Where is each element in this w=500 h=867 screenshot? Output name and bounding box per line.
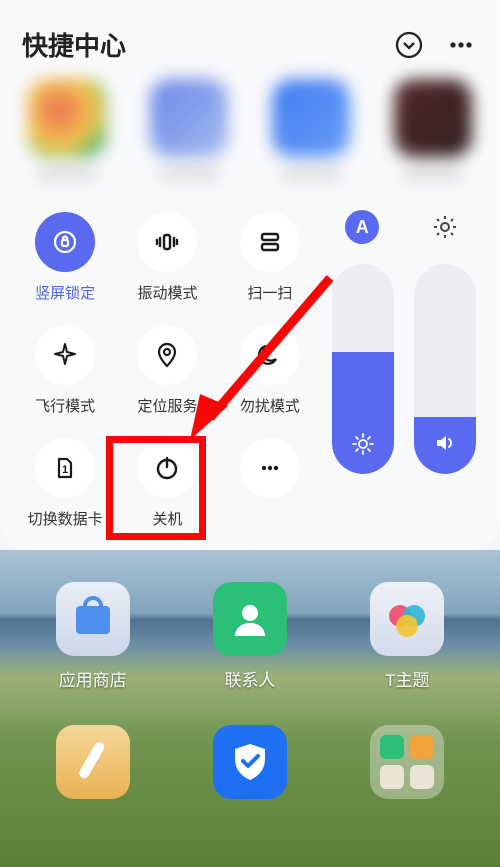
location-toggle[interactable]: 定位服务 (116, 325, 218, 416)
moon-icon (255, 340, 285, 370)
home-screen: 应用商店 联系人 T主题 (0, 550, 500, 867)
quick-settings-panel: 快捷中心 (0, 0, 500, 550)
app-label: 联系人 (224, 666, 275, 691)
auto-brightness-button[interactable]: A (345, 210, 379, 244)
brightness-icon (352, 433, 374, 460)
vibrate-toggle[interactable]: 振动模式 (116, 212, 218, 303)
toggle-label: 关机 (152, 508, 182, 529)
quick-area: 竖屏锁定 振动模式 扫一扫 飞行模式 定位服务 勿扰模式 (0, 208, 500, 529)
collapse-button[interactable] (392, 28, 426, 62)
recent-app-1[interactable] (22, 79, 112, 194)
settings-button[interactable] (428, 210, 462, 244)
folder-app[interactable] (370, 725, 444, 799)
location-icon (152, 340, 182, 370)
panel-header: 快捷中心 (0, 0, 500, 69)
toggle-label: 扫一扫 (247, 282, 292, 303)
toggle-label: 飞行模式 (35, 395, 95, 416)
toggle-label: 振动模式 (137, 282, 197, 303)
home-app-row-2 (0, 691, 500, 799)
app-store[interactable]: 应用商店 (43, 582, 143, 691)
svg-text:1: 1 (62, 464, 68, 476)
toggle-label: 竖屏锁定 (35, 282, 95, 303)
home-app-row: 应用商店 联系人 T主题 (0, 550, 500, 691)
notes-app[interactable] (56, 725, 130, 799)
gear-icon (432, 214, 458, 240)
lock-rotate-icon (50, 227, 80, 257)
contacts-app[interactable]: 联系人 (200, 582, 300, 691)
brightness-slider[interactable] (332, 264, 394, 474)
recent-apps-row (0, 69, 500, 208)
app-label: 应用商店 (59, 666, 127, 691)
panel-title: 快捷中心 (22, 26, 374, 63)
sim-switch-toggle[interactable]: 1 切换数据卡 (14, 438, 116, 529)
power-icon (152, 453, 182, 483)
vibrate-icon (152, 227, 182, 257)
recent-app-2[interactable] (144, 79, 234, 194)
more-button[interactable] (444, 28, 478, 62)
more-toggles[interactable] (219, 438, 321, 529)
chevron-down-circle-icon (394, 30, 424, 60)
orientation-lock-toggle[interactable]: 竖屏锁定 (14, 212, 116, 303)
app-label: T主题 (385, 666, 429, 691)
volume-icon (433, 431, 457, 460)
recent-app-4[interactable] (388, 79, 478, 194)
power-toggle[interactable]: 关机 (116, 438, 218, 529)
more-horizontal-icon (446, 30, 476, 60)
toggle-label: 定位服务 (137, 395, 197, 416)
airplane-toggle[interactable]: 飞行模式 (14, 325, 116, 416)
scan-icon (255, 227, 285, 257)
quick-toggle-grid: 竖屏锁定 振动模式 扫一扫 飞行模式 定位服务 勿扰模式 (14, 208, 321, 529)
dnd-toggle[interactable]: 勿扰模式 (219, 325, 321, 416)
scan-toggle[interactable]: 扫一扫 (219, 212, 321, 303)
more-icon (255, 453, 285, 483)
right-column: A (321, 208, 486, 529)
toggle-label: 切换数据卡 (28, 508, 103, 529)
recent-app-3[interactable] (266, 79, 356, 194)
sim-icon: 1 (50, 453, 80, 483)
toggle-label: 勿扰模式 (240, 395, 300, 416)
airplane-icon (50, 340, 80, 370)
theme-app[interactable]: T主题 (357, 582, 457, 691)
security-app[interactable] (213, 725, 287, 799)
volume-slider[interactable] (414, 264, 476, 474)
